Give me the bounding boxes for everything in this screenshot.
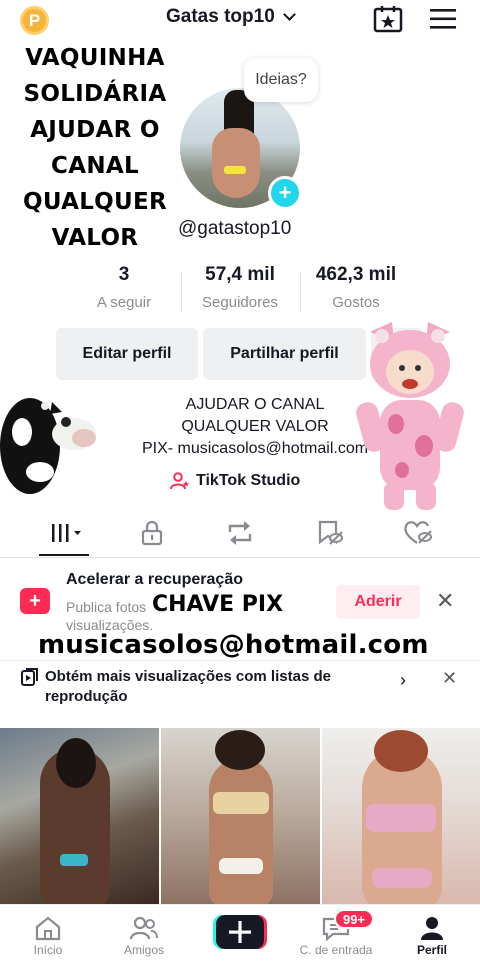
pix-email-overlay: musicasolos@hotmail.com [38,630,429,660]
add-story-icon[interactable]: + [268,176,302,210]
video-thumbnail[interactable] [322,728,480,904]
bookmark-hidden-icon [318,520,343,545]
active-tab-indicator [39,554,89,556]
stat-following[interactable]: 3 A seguir [80,264,168,311]
nav-friends[interactable]: Amigos [104,913,184,957]
video-thumbnail[interactable] [0,728,159,904]
overlay-line: SOLIDÁRIA [23,81,167,107]
username: @gatastop10 [178,218,292,239]
stat-followers[interactable]: 57,4 mil Seguidores [192,264,288,311]
divider [300,272,301,312]
video-thumbnail[interactable] [161,728,320,904]
account-name: Gatas top10 [166,6,275,27]
overlay-line: VALOR [51,225,139,251]
overlay-line: VAQUINHA [25,45,165,71]
join-button[interactable]: Aderir [336,585,420,619]
nav-label: C. de entrada [299,943,373,957]
ideas-bubble[interactable]: Ideias? [244,58,318,102]
heart-hidden-icon [404,521,432,544]
chevron-down-icon [282,8,296,21]
stat-likes[interactable]: 462,3 mil Gostos [306,264,406,311]
nav-label: Perfil [416,943,447,957]
share-profile-button[interactable]: Partilhar perfil [203,328,366,380]
edit-profile-button[interactable]: Editar perfil [56,328,198,380]
stat-value: 3 [118,264,130,285]
stat-label: Gostos [332,294,380,311]
grid-icon [52,524,81,542]
tab-private[interactable] [136,518,168,548]
nav-label: Amigos [123,943,164,957]
profile-icon [421,917,443,940]
account-switcher[interactable]: Gatas top10 [166,6,296,28]
nav-profile[interactable]: Perfil [392,913,472,957]
nav-home[interactable]: Início [8,913,88,957]
nav-label: Início [33,943,63,957]
inbox-badge: 99+ [334,909,374,929]
coins-icon[interactable]: P [20,6,49,35]
close-icon[interactable]: ✕ [442,668,457,689]
menu-icon[interactable] [430,8,456,30]
divider [181,272,182,312]
tab-liked[interactable] [402,518,434,548]
plus-square-icon: + [20,588,50,614]
repost-icon [228,521,252,545]
overlay-line: AJUDAR O [30,117,160,143]
pix-key-label: CHAVE PIX [152,592,284,617]
lock-icon [141,520,163,546]
stat-label: A seguir [96,294,152,311]
create-button[interactable] [213,915,267,949]
tab-videos[interactable] [50,518,82,548]
home-icon [35,916,61,941]
pink-onesie-sticker [356,322,464,510]
tiktok-studio-link[interactable]: TikTok Studio [170,472,300,490]
overlay-line: QUALQUER [22,189,168,215]
overlay-line: CANAL [51,153,139,179]
bottom-navigation: Início Amigos C. de entrada 99+ Perfil [0,904,480,976]
person-star-icon [170,472,189,490]
playlist-icon [21,668,38,686]
playlist-text: Obtém mais visualizações com listas de r… [45,668,331,705]
cow-sticker [0,398,96,494]
tab-reposts[interactable] [224,518,256,548]
notice-title: Acelerar a recuperação [66,571,243,588]
avatar-figure [212,128,260,198]
close-icon[interactable]: ✕ [436,588,454,614]
calendar-star-icon[interactable] [373,5,403,33]
studio-label: TikTok Studio [196,472,301,489]
stat-label: Seguidores [202,294,278,311]
tab-saved[interactable] [314,518,346,548]
friends-icon [129,916,158,940]
stat-value: 57,4 mil [205,264,275,285]
avatar-detail [224,166,246,174]
chevron-right-icon[interactable]: › [400,670,406,691]
overlay-caption: VAQUINHA SOLIDÁRIA AJUDAR O CANAL QUALQU… [6,40,184,256]
content-tabs [0,510,480,558]
stat-value: 462,3 mil [315,264,397,285]
